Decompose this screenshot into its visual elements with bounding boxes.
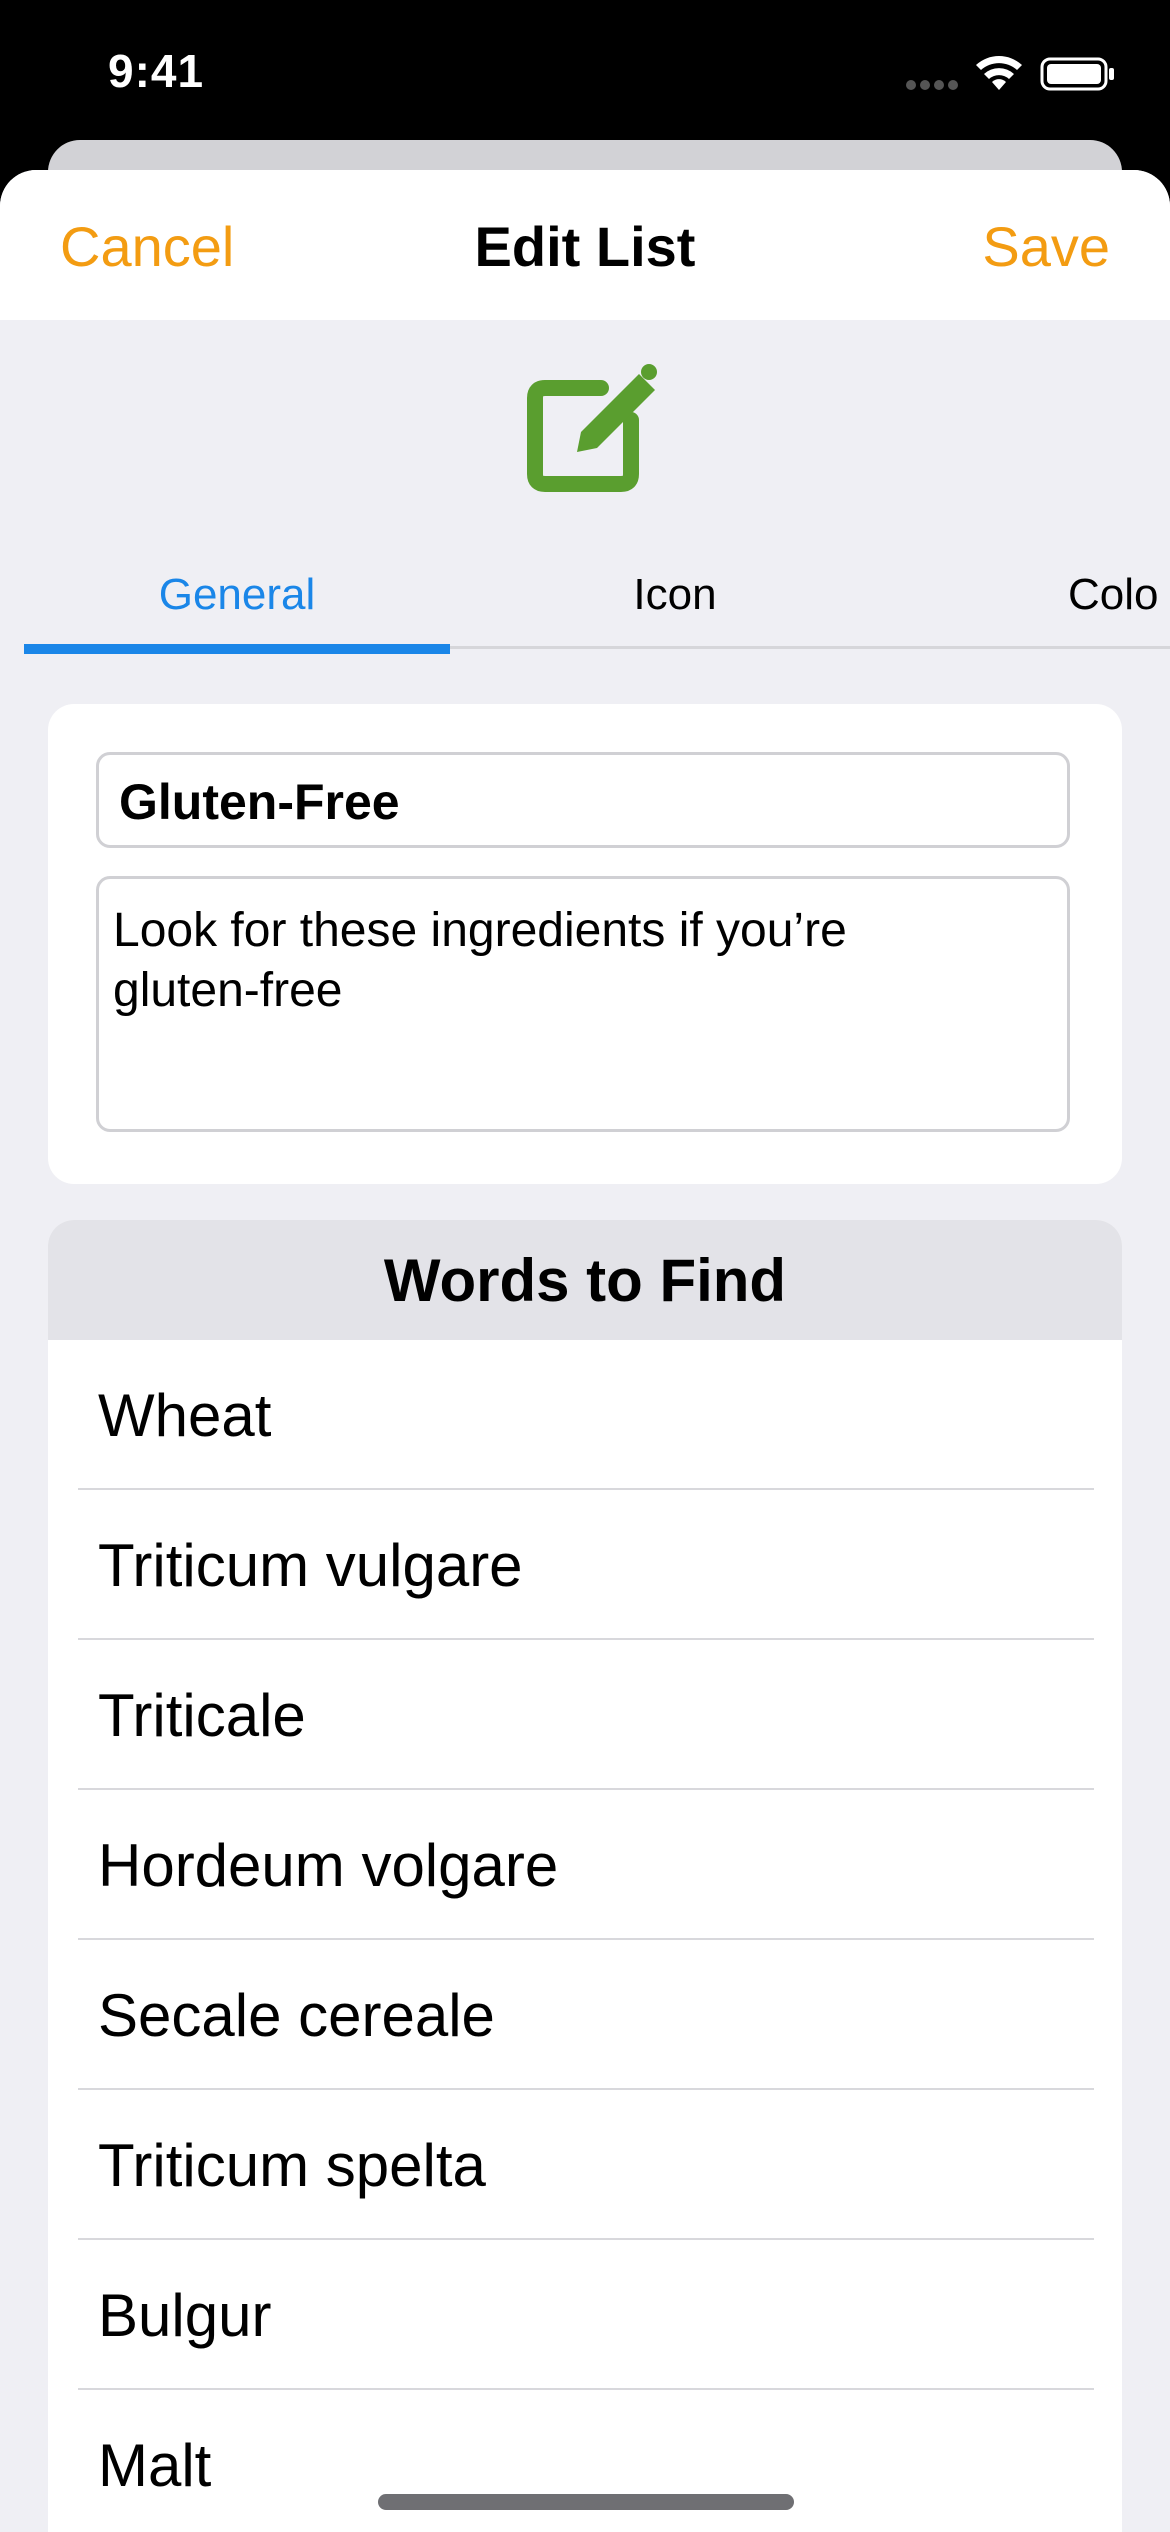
word-row[interactable]: Secale cereale <box>48 1940 1122 2090</box>
tab-bar: General Icon Colo <box>24 560 1170 654</box>
tab-selection-indicator <box>24 644 450 654</box>
status-time: 9:41 <box>108 45 205 97</box>
status-bar: 9:41 <box>0 0 1170 150</box>
word-label: Triticum vulgare <box>98 1531 523 1599</box>
words-list: Wheat Triticum vulgare Triticale Hordeum… <box>48 1340 1122 2532</box>
word-row[interactable]: Hordeum volgare <box>48 1790 1122 1940</box>
description-line: gluten-free <box>113 964 343 1017</box>
description-line: Look for these ingredients if you’re <box>113 904 847 957</box>
words-section-header: Words to Find <box>48 1220 1122 1340</box>
word-row[interactable]: Wheat <box>48 1340 1122 1490</box>
word-label: Hordeum volgare <box>98 1831 559 1899</box>
word-label: Wheat <box>98 1381 272 1449</box>
edit-list-sheet: Cancel Edit List Save General Icon Colo … <box>0 170 1170 2532</box>
list-name-field[interactable]: Gluten-Free <box>96 752 1070 848</box>
word-label: Bulgur <box>98 2281 272 2349</box>
edit-square-icon <box>527 364 657 492</box>
words-card: Words to Find Wheat Triticum vulgare Tri… <box>48 1220 1122 2532</box>
word-row[interactable]: Malt <box>48 2390 1122 2532</box>
general-card: Gluten-Free Look for these ingredients i… <box>48 704 1122 1184</box>
wifi-icon <box>976 56 1022 90</box>
save-button[interactable]: Save <box>982 214 1110 279</box>
home-indicator[interactable] <box>378 2494 794 2510</box>
word-label: Malt <box>98 2431 212 2499</box>
list-description-field[interactable]: Look for these ingredients if you’re glu… <box>96 876 1070 1132</box>
tab-color[interactable]: Colo <box>1068 560 1170 630</box>
word-label: Secale cereale <box>98 1981 495 2049</box>
tab-general[interactable]: General <box>24 560 450 630</box>
nav-bar: Cancel Edit List Save <box>0 170 1170 320</box>
word-row[interactable]: Triticum spelta <box>48 2090 1122 2240</box>
word-row[interactable]: Bulgur <box>48 2240 1122 2390</box>
word-label: Triticale <box>98 1681 306 1749</box>
signal-dots-icon <box>906 80 958 90</box>
word-row[interactable]: Triticale <box>48 1640 1122 1790</box>
word-row[interactable]: Triticum vulgare <box>48 1490 1122 1640</box>
tab-icon[interactable]: Icon <box>450 560 900 630</box>
battery-icon <box>1040 57 1114 91</box>
word-label: Triticum spelta <box>98 2131 486 2199</box>
